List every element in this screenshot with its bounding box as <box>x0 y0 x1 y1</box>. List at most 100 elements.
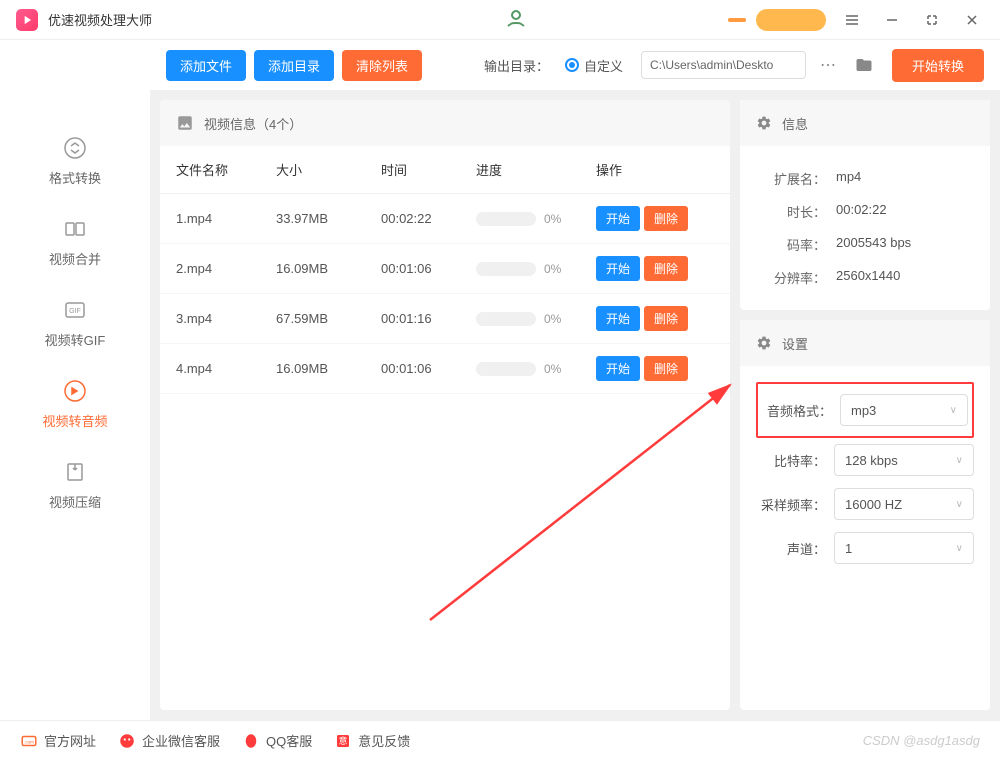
bitrate-select[interactable]: 128 kbps ∨ <box>834 444 974 476</box>
sidebar-item-video-gif[interactable]: GIF 视频转GIF <box>0 282 150 363</box>
feedback-icon: 意 <box>334 732 352 750</box>
info-box: 信息 扩展名：mp4 时长：00:02:22 码率：2005543 bps 分辨… <box>740 100 990 310</box>
file-time: 00:01:06 <box>381 361 476 376</box>
globe-icon: .com <box>20 732 38 750</box>
table-row: 1.mp4 33.97MB 00:02:22 0% 开始 删除 <box>160 194 730 244</box>
menu-icon[interactable] <box>840 8 864 32</box>
col-name-header: 文件名称 <box>176 160 276 179</box>
bitrate-label: 比特率： <box>756 451 826 470</box>
app-title: 优速视频处理大师 <box>48 10 152 29</box>
add-file-button[interactable]: 添加文件 <box>166 50 246 81</box>
toolbar: 添加文件 添加目录 清除列表 输出目录： 自定义 ⋯ 开始转换 <box>150 40 1000 90</box>
table-row: 4.mp4 16.09MB 00:01:06 0% 开始 删除 <box>160 344 730 394</box>
gear-icon <box>756 335 772 351</box>
vip-badge[interactable] <box>756 9 826 31</box>
footer-official-link[interactable]: .com 官方网址 <box>20 731 96 750</box>
more-icon[interactable]: ⋯ <box>814 51 842 79</box>
chevron-down-icon: ∨ <box>956 455 963 466</box>
file-time: 00:01:06 <box>381 261 476 276</box>
app-logo-icon <box>16 9 38 31</box>
audio-format-label: 音频格式： <box>762 401 832 420</box>
file-name: 1.mp4 <box>176 211 276 226</box>
chevron-down-icon: ∨ <box>956 499 963 510</box>
table-row: 2.mp4 16.09MB 00:01:06 0% 开始 删除 <box>160 244 730 294</box>
chevron-down-icon: ∨ <box>950 405 957 416</box>
col-action-header: 操作 <box>596 160 714 179</box>
file-name: 2.mp4 <box>176 261 276 276</box>
file-size: 16.09MB <box>276 261 381 276</box>
title-bar: 优速视频处理大师 <box>0 0 1000 40</box>
wechat-icon <box>118 732 136 750</box>
svg-text:GIF: GIF <box>69 308 81 315</box>
table-header: 文件名称 大小 时间 进度 操作 <box>160 146 730 194</box>
delete-button[interactable]: 删除 <box>644 256 688 281</box>
add-dir-button[interactable]: 添加目录 <box>254 50 334 81</box>
compress-icon <box>61 458 89 486</box>
footer-feedback-link[interactable]: 意 意见反馈 <box>334 731 410 750</box>
start-convert-button[interactable]: 开始转换 <box>892 49 984 82</box>
start-button[interactable]: 开始 <box>596 206 640 231</box>
file-panel-header: 视频信息（4个） <box>160 100 730 146</box>
output-custom-radio[interactable]: 自定义 <box>565 56 623 75</box>
delete-button[interactable]: 删除 <box>644 356 688 381</box>
chevron-down-icon: ∨ <box>956 543 963 554</box>
start-button[interactable]: 开始 <box>596 256 640 281</box>
file-list-panel: 视频信息（4个） 文件名称 大小 时间 进度 操作 1.mp4 33.97MB … <box>160 100 730 710</box>
audio-format-highlight: 音频格式： mp3 ∨ <box>756 382 974 438</box>
maximize-icon[interactable] <box>920 8 944 32</box>
qq-icon <box>242 732 260 750</box>
close-icon[interactable] <box>960 8 984 32</box>
channel-select[interactable]: 1 ∨ <box>834 532 974 564</box>
file-progress: 0% <box>476 312 596 326</box>
sidebar-item-video-compress[interactable]: 视频压缩 <box>0 444 150 525</box>
swap-icon <box>61 134 89 162</box>
info-resolution-label: 分辨率： <box>756 268 826 287</box>
sidebar-item-video-audio[interactable]: 视频转音频 <box>0 363 150 444</box>
file-name: 4.mp4 <box>176 361 276 376</box>
merge-icon <box>61 215 89 243</box>
svg-text:.com: .com <box>24 739 34 744</box>
file-progress: 0% <box>476 362 596 376</box>
audio-format-select[interactable]: mp3 ∨ <box>840 394 968 426</box>
settings-header: 设置 <box>740 320 990 366</box>
col-progress-header: 进度 <box>476 160 596 179</box>
minimize-icon[interactable] <box>880 8 904 32</box>
sidebar-item-video-merge[interactable]: 视频合并 <box>0 201 150 282</box>
image-icon <box>176 114 194 132</box>
gif-icon: GIF <box>61 296 89 324</box>
svg-text:意: 意 <box>339 735 348 746</box>
clear-list-button[interactable]: 清除列表 <box>342 50 422 81</box>
file-size: 16.09MB <box>276 361 381 376</box>
file-progress: 0% <box>476 262 596 276</box>
audio-icon <box>61 377 89 405</box>
profile-icon[interactable] <box>504 8 528 32</box>
footer-qq-link[interactable]: QQ客服 <box>242 731 312 750</box>
sidebar: 格式转换 视频合并 GIF 视频转GIF 视频转音频 视频压缩 <box>0 90 150 720</box>
file-size: 33.97MB <box>276 211 381 226</box>
delete-button[interactable]: 删除 <box>644 306 688 331</box>
info-ext-value: mp4 <box>836 169 861 188</box>
samplerate-select[interactable]: 16000 HZ ∨ <box>834 488 974 520</box>
delete-button[interactable]: 删除 <box>644 206 688 231</box>
sidebar-item-label: 视频转音频 <box>42 411 107 430</box>
file-progress: 0% <box>476 212 596 226</box>
file-time: 00:01:16 <box>381 311 476 326</box>
col-size-header: 大小 <box>276 160 381 179</box>
start-button[interactable]: 开始 <box>596 356 640 381</box>
info-duration-value: 00:02:22 <box>836 202 887 221</box>
file-size: 67.59MB <box>276 311 381 326</box>
start-button[interactable]: 开始 <box>596 306 640 331</box>
samplerate-label: 采样频率： <box>756 495 826 514</box>
gear-icon <box>756 115 772 131</box>
sidebar-item-format-convert[interactable]: 格式转换 <box>0 120 150 201</box>
sidebar-item-label: 视频合并 <box>49 249 101 268</box>
output-path-input[interactable] <box>641 51 806 79</box>
info-ext-label: 扩展名： <box>756 169 826 188</box>
output-dir-label: 输出目录： <box>484 56 549 75</box>
settings-box: 设置 音频格式： mp3 ∨ 比特率： <box>740 320 990 710</box>
col-time-header: 时间 <box>381 160 476 179</box>
folder-icon[interactable] <box>850 51 878 79</box>
footer-wechat-link[interactable]: 企业微信客服 <box>118 731 220 750</box>
sidebar-item-label: 视频压缩 <box>49 492 101 511</box>
info-bitrate-value: 2005543 bps <box>836 235 911 254</box>
